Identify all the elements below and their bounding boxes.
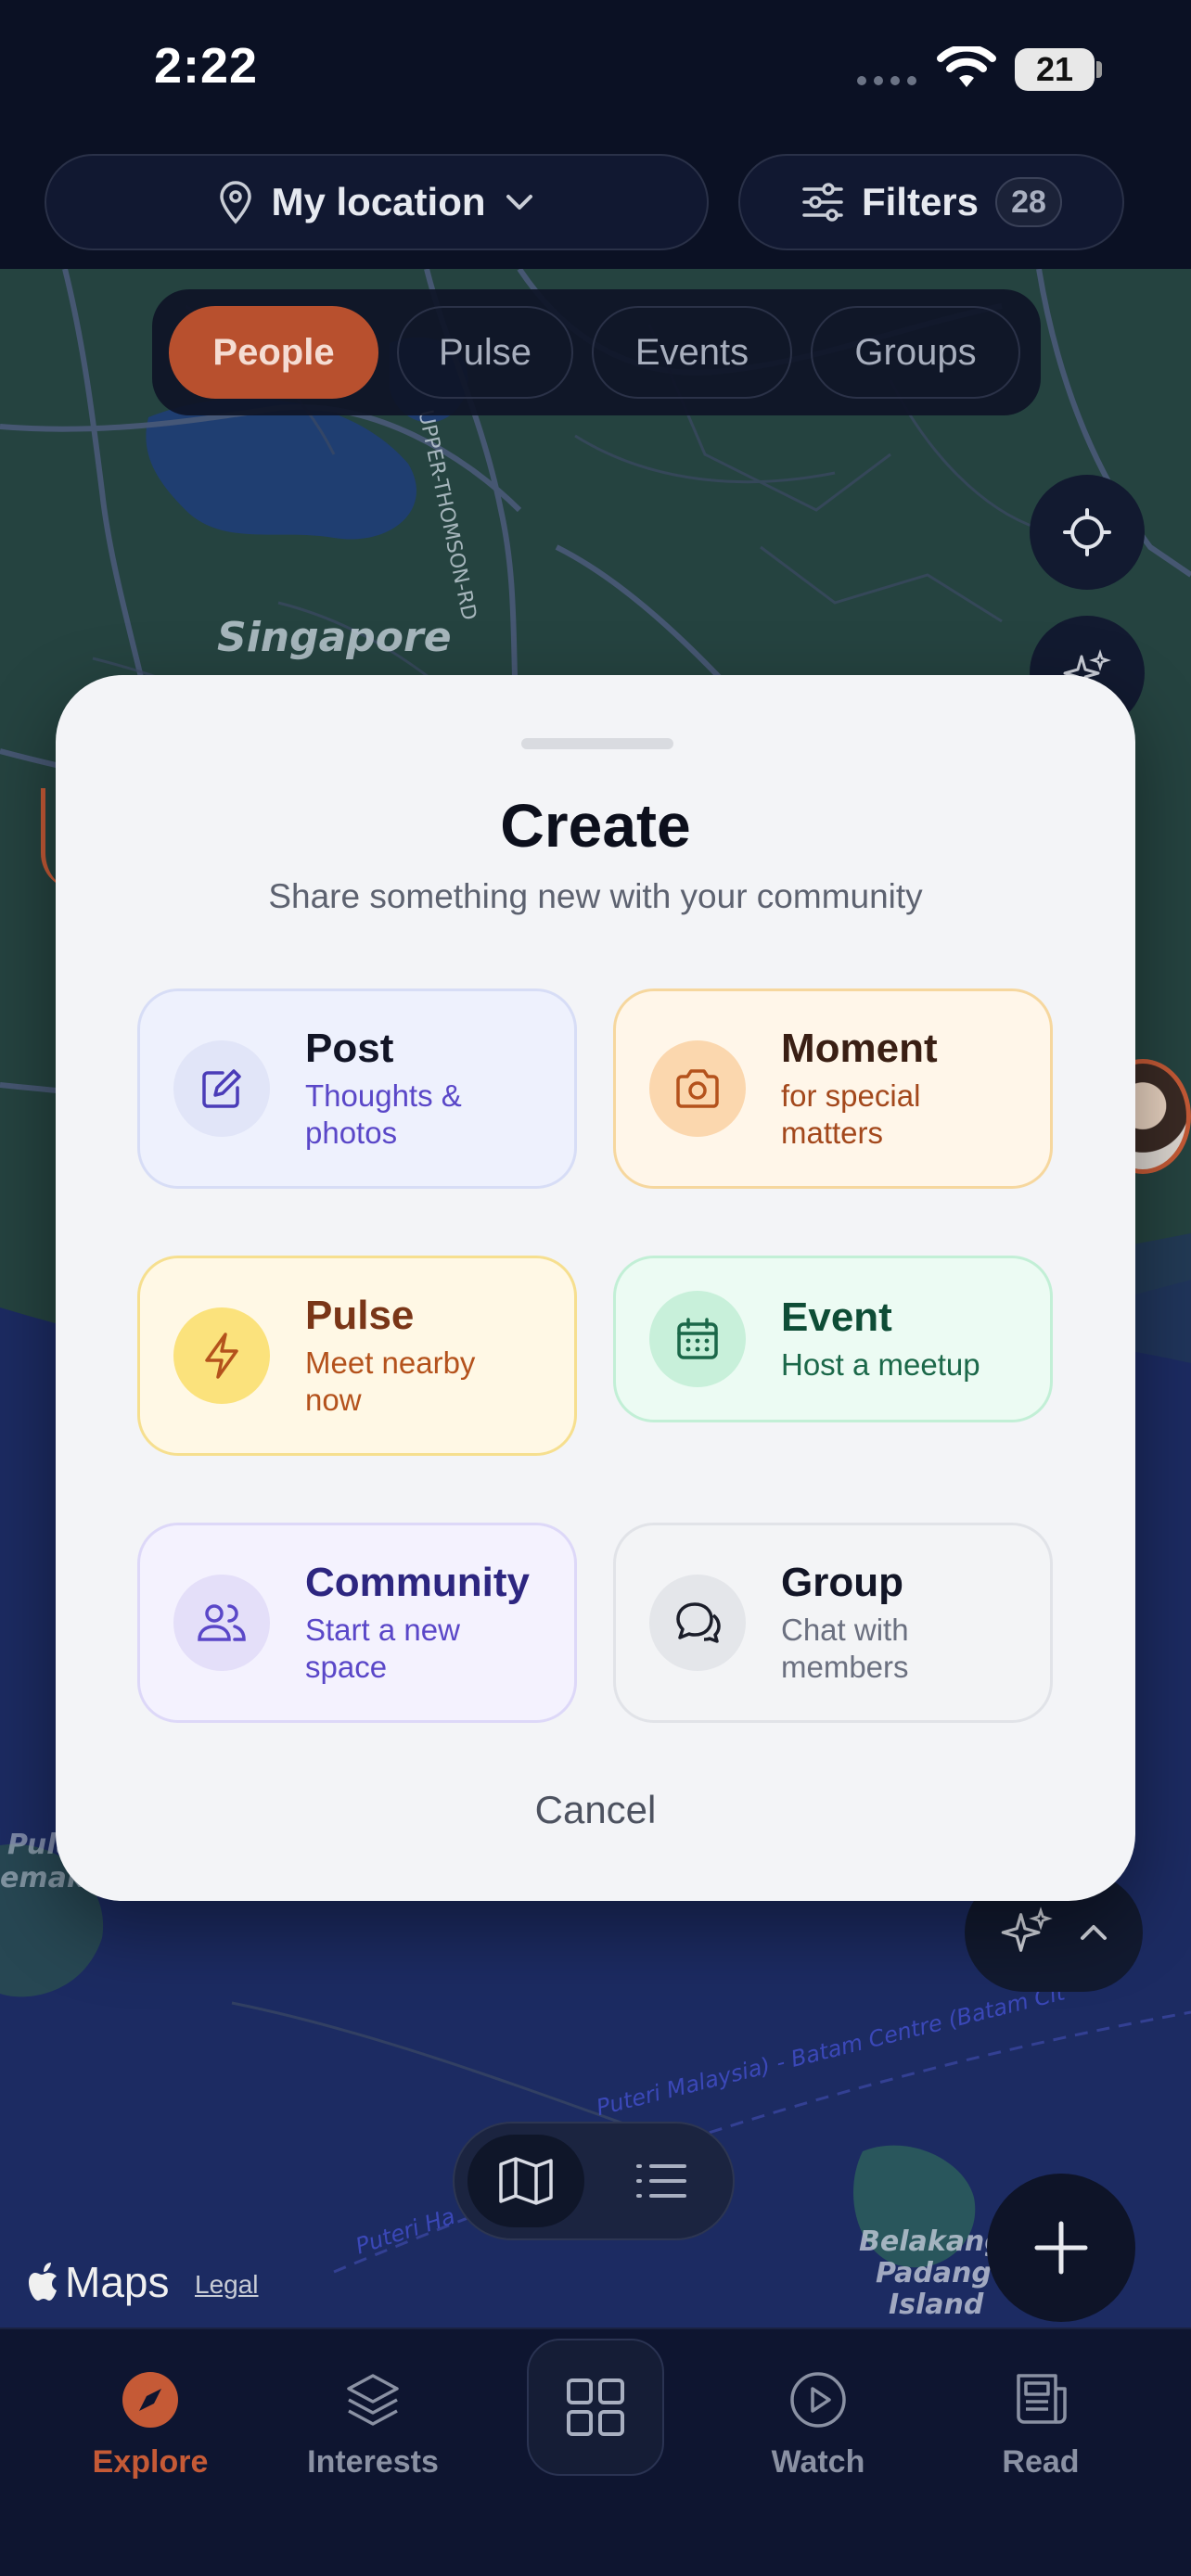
- card-description: Start a new space: [305, 1613, 460, 1684]
- sheet-title: Create: [500, 791, 691, 860]
- card-description: Meet nearby now: [305, 1345, 476, 1417]
- tab-groups[interactable]: Groups: [811, 306, 1020, 399]
- status-time: 2:22: [154, 38, 259, 94]
- location-pin-icon: [220, 181, 252, 224]
- filters-button[interactable]: Filters 28: [738, 154, 1124, 250]
- card-title: Group: [781, 1560, 903, 1605]
- map-list-toggle: [453, 2122, 735, 2240]
- nav-watch[interactable]: Watch: [716, 2370, 920, 2480]
- sheet-drag-handle[interactable]: [521, 738, 673, 749]
- card-title: Community: [305, 1560, 530, 1605]
- create-pulse-card[interactable]: Pulse Meet nearby now: [137, 1256, 577, 1456]
- create-moment-card[interactable]: Moment for special matters: [613, 988, 1053, 1189]
- card-title: Moment: [781, 1026, 938, 1071]
- recenter-button[interactable]: [1030, 475, 1145, 590]
- map-label-belakang: Belakang: [859, 2225, 1005, 2258]
- create-group-card[interactable]: Group Chat with members: [613, 1523, 1053, 1723]
- card-description: Host a meetup: [781, 1347, 980, 1382]
- people-icon: [173, 1575, 270, 1671]
- card-title: Event: [781, 1294, 892, 1340]
- tab-events[interactable]: Events: [592, 306, 792, 399]
- tab-people[interactable]: People: [169, 306, 378, 399]
- nav-read-label: Read: [1002, 2444, 1080, 2480]
- nav-interests-label: Interests: [307, 2444, 439, 2480]
- nav-hub-button[interactable]: [527, 2339, 664, 2476]
- list-view-button[interactable]: [603, 2135, 720, 2227]
- play-icon: [790, 2372, 846, 2428]
- list-icon: [636, 2164, 686, 2198]
- apple-logo-icon: [29, 2263, 57, 2301]
- edit-icon: [173, 1040, 270, 1137]
- crosshair-icon: [1063, 508, 1111, 556]
- apple-maps-logo: Maps: [28, 2257, 169, 2307]
- card-title: Post: [305, 1026, 394, 1071]
- nav-read[interactable]: Read: [939, 2370, 1143, 2480]
- location-label: My location: [271, 180, 486, 223]
- sparkles-icon: [1001, 1906, 1053, 1952]
- compass-icon: [122, 2372, 178, 2428]
- tab-pulse[interactable]: Pulse: [397, 306, 573, 399]
- cellular-signal-icon: [857, 76, 916, 85]
- create-event-card[interactable]: Event Host a meetup: [613, 1256, 1053, 1422]
- battery-icon: 21: [1015, 48, 1095, 91]
- camera-icon: [649, 1040, 746, 1137]
- grid-icon: [567, 2378, 624, 2436]
- filters-label: Filters: [861, 180, 980, 223]
- bottom-navigation: Explore Interests Watch Read: [0, 2327, 1191, 2576]
- sliders-icon: [802, 183, 843, 222]
- nav-interests[interactable]: Interests: [271, 2370, 475, 2480]
- category-tabs: People Pulse Events Groups: [152, 289, 1041, 415]
- chevron-up-icon: [1081, 1925, 1107, 1940]
- card-description: Chat with members: [781, 1613, 909, 1684]
- battery-tip: [1096, 61, 1102, 78]
- create-post-card[interactable]: Post Thoughts & photos: [137, 988, 577, 1189]
- layers-icon: [347, 2374, 399, 2426]
- create-sheet: Create Share something new with your com…: [56, 675, 1135, 1901]
- calendar-icon: [649, 1291, 746, 1387]
- card-description: Thoughts & photos: [305, 1078, 462, 1150]
- map-label-island: Island: [889, 2289, 984, 2321]
- top-bar: My location Filters 28: [0, 148, 1191, 269]
- legal-link[interactable]: Legal: [195, 2270, 259, 2300]
- nav-watch-label: Watch: [771, 2444, 865, 2480]
- chevron-down-icon: [506, 195, 532, 210]
- wifi-icon: [937, 46, 996, 87]
- filters-count-badge: 28: [995, 177, 1063, 227]
- map-label-padang: Padang: [876, 2257, 992, 2289]
- lightning-icon: [173, 1307, 270, 1404]
- newspaper-icon: [1017, 2374, 1067, 2424]
- create-fab-button[interactable]: [987, 2174, 1135, 2322]
- card-description: for special matters: [781, 1078, 921, 1150]
- cancel-button[interactable]: Cancel: [56, 1788, 1135, 1832]
- sheet-subtitle: Share something new with your community: [268, 877, 923, 915]
- location-selector-button[interactable]: My location: [45, 154, 709, 250]
- nav-explore[interactable]: Explore: [48, 2370, 252, 2480]
- create-community-card[interactable]: Community Start a new space: [137, 1523, 577, 1723]
- status-bar: 2:22 21: [0, 0, 1191, 148]
- map-icon: [499, 2157, 553, 2205]
- map-label-singapore: Singapore: [217, 614, 452, 661]
- chat-bubbles-icon: [649, 1575, 746, 1671]
- maps-brand-text: Maps: [65, 2258, 170, 2306]
- map-view-button[interactable]: [467, 2135, 584, 2227]
- nav-explore-label: Explore: [92, 2444, 209, 2480]
- card-title: Pulse: [305, 1293, 415, 1338]
- plus-icon: [1034, 2221, 1088, 2275]
